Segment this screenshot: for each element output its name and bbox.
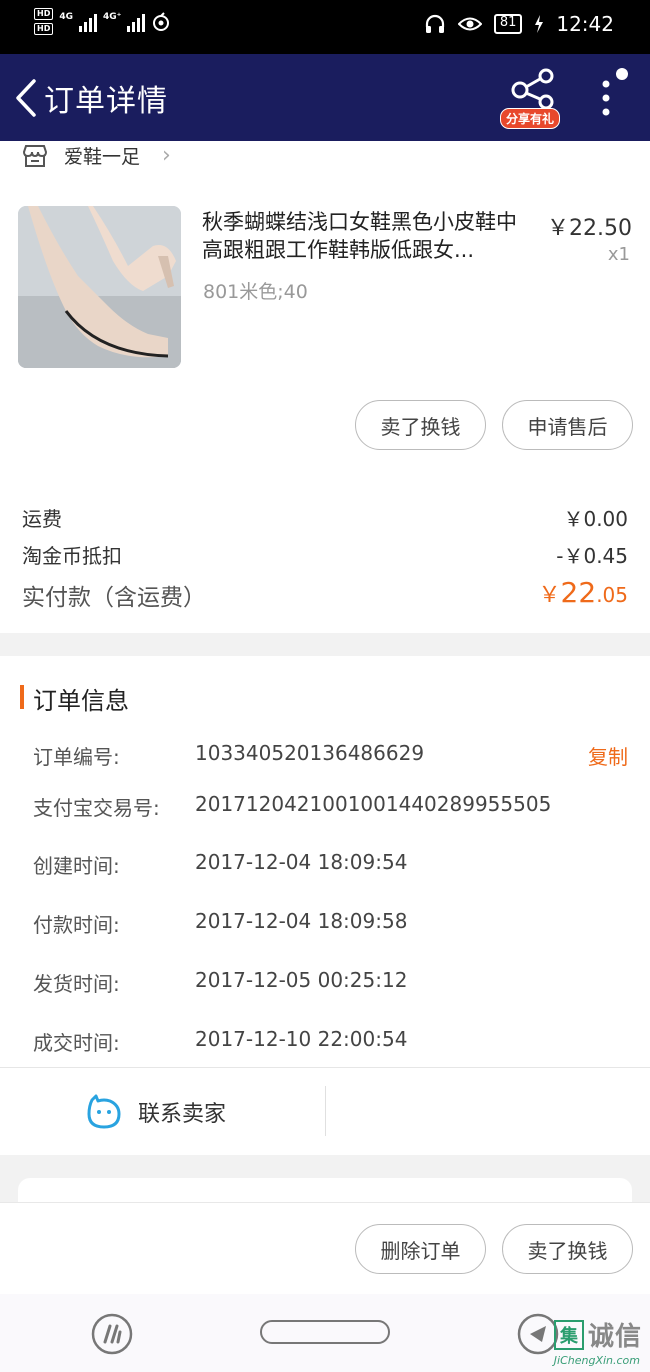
shipped-time-value: 2017-12-05 00:25:12 [195, 968, 408, 992]
paid-time-label: 付款时间: [33, 913, 120, 937]
contact-seller-label: 联系卖家 [138, 1102, 227, 1127]
system-nav-bar: 集 诚信 JiChengXin.com [0, 1294, 650, 1372]
delete-order-button[interactable]: 删除订单 [355, 1224, 486, 1274]
watermark-logo: 集 [553, 1319, 584, 1350]
status-left: HD HD 4G 4G⁺ [34, 8, 171, 35]
netease-icon [153, 11, 170, 31]
divider [325, 1086, 326, 1136]
watermark-url: JiChengXin.com [553, 1354, 640, 1367]
coin-discount-value: -￥0.45 [556, 544, 628, 568]
charging-icon [535, 15, 544, 33]
paid-decimal: .05 [596, 583, 628, 607]
contact-row: 联系卖家 [0, 1067, 650, 1155]
shop-name: 爱鞋一足 [64, 146, 141, 168]
created-time-value: 2017-12-04 18:09:54 [195, 850, 408, 874]
alipay-trade-label: 支付宝交易号: [33, 796, 160, 820]
paid-time-value: 2017-12-04 18:09:58 [195, 909, 408, 933]
network-type: 4G [59, 12, 73, 22]
deal-time-label: 成交时间: [33, 1031, 120, 1055]
paid-label: 实付款（含运费） [22, 585, 206, 611]
coin-discount-label: 淘金币抵扣 [22, 544, 122, 568]
shop-link[interactable]: 爱鞋一足 › [22, 142, 171, 169]
sell-button-bottom[interactable]: 卖了换钱 [502, 1224, 633, 1274]
home-button[interactable] [260, 1320, 390, 1344]
watermark: 集 诚信 [553, 1316, 642, 1353]
hd-icon: HD [34, 8, 54, 20]
share-badge: 分享有礼 [500, 108, 561, 129]
shop-icon [22, 144, 48, 167]
deal-time-value: 2017-12-10 22:00:54 [195, 1027, 408, 1051]
watermark-text: 诚信 [587, 1322, 642, 1352]
product-sku: 801米色;40 [203, 281, 308, 303]
signal-icon [79, 12, 97, 32]
sell-button[interactable]: 卖了换钱 [355, 400, 486, 450]
clock: 12:42 [556, 12, 614, 36]
product-quantity: x1 [607, 244, 630, 265]
bottom-action-bar: 删除订单 卖了换钱 [0, 1202, 650, 1294]
more-icon[interactable] [598, 78, 614, 118]
product-title[interactable]: 秋季蝴蝶结浅口女鞋黑色小皮鞋中高跟粗跟工作鞋韩版低跟女... [202, 208, 532, 264]
copy-button[interactable]: 复制 [588, 741, 628, 770]
chat-smile-icon [87, 1094, 121, 1129]
notification-dot [616, 68, 628, 80]
back-arrow-icon[interactable] [12, 78, 42, 118]
section-title: 订单信息 [33, 687, 129, 715]
shoe-image [18, 206, 181, 368]
assistant-icon[interactable] [90, 1312, 134, 1356]
product-price: ￥22.50 [547, 216, 632, 241]
signal-icon [127, 12, 146, 32]
chevron-right-icon: › [162, 143, 171, 168]
paid-integer: 22 [560, 576, 597, 609]
battery-level: 81 [493, 14, 523, 34]
paid-amount: ￥22.05 [539, 576, 628, 609]
share-button[interactable]: 分享有礼 [500, 68, 564, 132]
eye-icon [457, 17, 482, 31]
hd-icon: HD [34, 23, 54, 35]
page-title: 订单详情 [44, 84, 168, 119]
order-number-label: 订单编号: [33, 745, 120, 769]
shipped-time-label: 发货时间: [33, 972, 120, 996]
shipping-label: 运费 [22, 507, 62, 531]
after-sale-button[interactable]: 申请售后 [502, 400, 633, 450]
paid-currency: ￥ [538, 583, 561, 608]
product-image[interactable] [18, 206, 181, 368]
status-bar: HD HD 4G 4G⁺ 81 12:42 [0, 0, 650, 54]
alipay-trade-value: 2017120421001001440289955505 [195, 792, 552, 816]
created-time-label: 创建时间: [33, 854, 120, 878]
nav-bar: 订单详情 分享有礼 [0, 54, 650, 141]
order-number-value: 103340520136486629 [195, 741, 425, 765]
network-type: 4G⁺ [103, 12, 122, 22]
contact-seller-button[interactable]: 联系卖家 [86, 1094, 226, 1130]
shipping-value: ￥0.00 [563, 507, 628, 531]
hd-indicators: HD HD [34, 8, 54, 35]
headphones-icon [425, 14, 444, 33]
status-right: 81 12:42 [424, 12, 614, 36]
section-accent [20, 685, 24, 709]
